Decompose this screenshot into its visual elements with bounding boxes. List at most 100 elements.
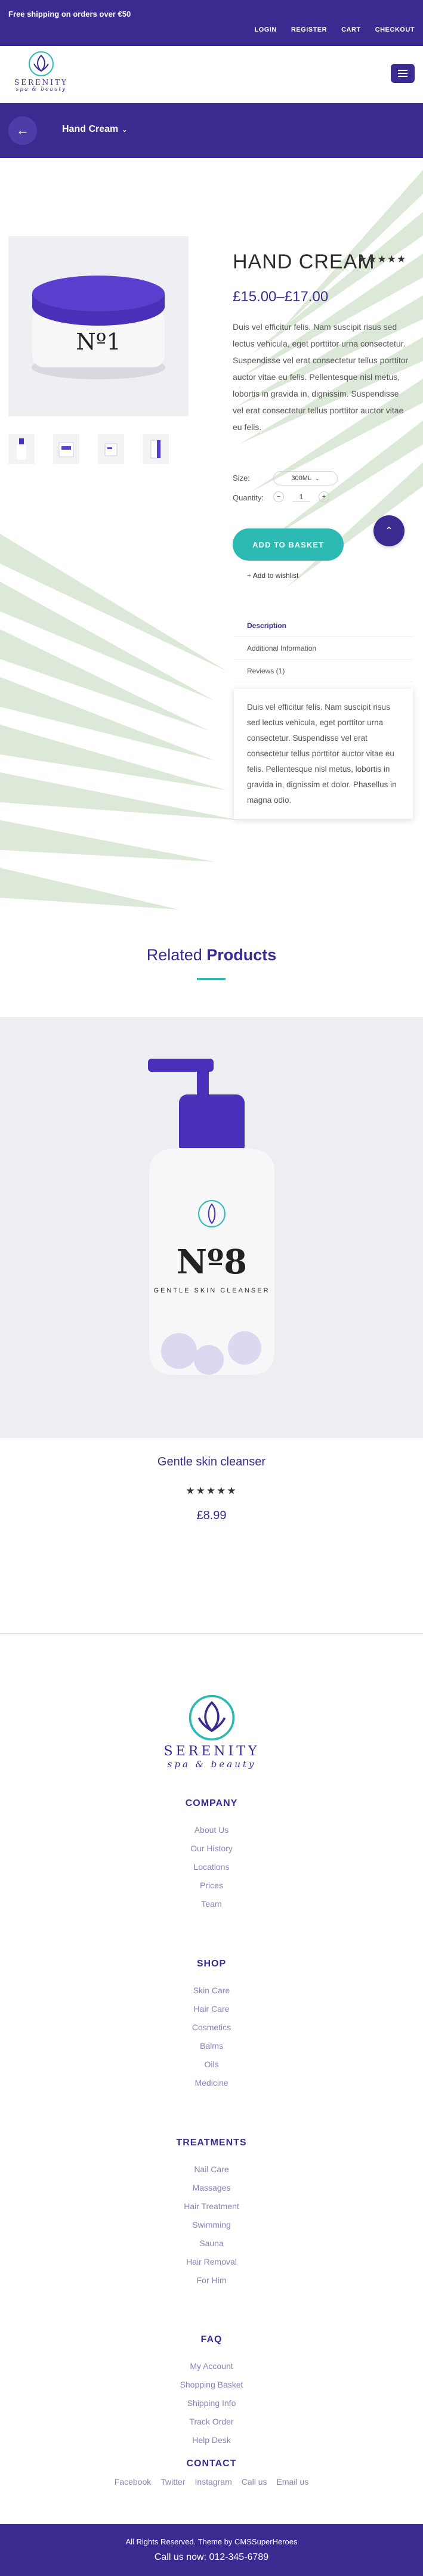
footer-link-team[interactable]: Team xyxy=(0,1895,423,1913)
footer-link-hair-removal[interactable]: Hair Removal xyxy=(0,2253,423,2271)
chevron-down-icon: ⌄ xyxy=(122,126,128,134)
box-thumb-icon xyxy=(58,442,74,457)
footer-link-my-account[interactable]: My Account xyxy=(0,2357,423,2376)
section-divider xyxy=(0,1633,423,1634)
related-title-bold: Products xyxy=(206,946,277,964)
site-header: SERENITY spa & beauty xyxy=(0,46,423,103)
footer-link-for-him[interactable]: For Him xyxy=(0,2271,423,2290)
copyright-text: All Rights Reserved. Theme by CMSSuperHe… xyxy=(125,2537,298,2546)
register-link[interactable]: REGISTER xyxy=(291,26,327,33)
size-select[interactable]: 300ML ⌄ xyxy=(273,471,338,485)
category-dropdown[interactable]: Hand Cream ⌄ xyxy=(62,124,127,135)
shipping-notice: Free shipping on orders over €50 xyxy=(8,10,131,18)
footer-shop-title: SHOP xyxy=(196,1959,227,1969)
quantity-label: Quantity: xyxy=(233,493,264,502)
category-bar: ← Hand Cream ⌄ xyxy=(0,103,423,158)
tab-reviews[interactable]: Reviews (1) xyxy=(234,660,413,682)
thumbnail-1[interactable] xyxy=(8,434,35,464)
wishlist-label: Add to wishlist xyxy=(252,571,299,580)
footer-link-about-us[interactable]: About Us xyxy=(0,1821,423,1839)
minus-icon[interactable]: − xyxy=(273,491,284,502)
product-thumbnails xyxy=(8,434,169,464)
login-link[interactable]: LOGIN xyxy=(255,26,277,33)
footer-link-swimming[interactable]: Swimming xyxy=(0,2216,423,2234)
footer-contact-links: Facebook Twitter Instagram Call us Email… xyxy=(0,2473,423,2491)
cart-link[interactable]: CART xyxy=(341,26,361,33)
add-to-basket-button[interactable]: ADD TO BASKET xyxy=(233,528,344,561)
tab-additional-information[interactable]: Additional Information xyxy=(234,637,413,660)
footer-brand-name: SERENITY xyxy=(163,1744,260,1759)
checkout-link[interactable]: CHECKOUT xyxy=(375,26,415,33)
site-logo[interactable]: SERENITY spa & beauty xyxy=(8,51,74,100)
footer-link-track-order[interactable]: Track Order xyxy=(0,2413,423,2431)
tab-panel-description: Duis vel efficitur felis. Nam suscipit r… xyxy=(234,689,413,819)
footer-link-help-desk[interactable]: Help Desk xyxy=(0,2431,423,2450)
product-tabs: Description Additional Information Revie… xyxy=(234,614,413,682)
menu-button[interactable] xyxy=(391,64,415,83)
footer-link-shipping-info[interactable]: Shipping Info xyxy=(0,2394,423,2413)
back-button[interactable]: ← xyxy=(8,116,37,145)
product-main-image[interactable]: Nº1 xyxy=(8,236,189,416)
footer-company: COMPANY About Us Our History Locations P… xyxy=(0,1798,423,1913)
product-price: £15.00–£17.00 xyxy=(233,289,329,305)
tube-thumb-icon xyxy=(104,443,118,456)
add-to-wishlist-link[interactable]: + Add to wishlist xyxy=(247,571,298,580)
related-product-price: £8.99 xyxy=(196,1509,227,1522)
brand-tagline: spa & beauty xyxy=(16,86,67,92)
footer-link-hair-treatment[interactable]: Hair Treatment xyxy=(0,2197,423,2216)
tab-description[interactable]: Description xyxy=(234,614,413,637)
footer-link-shopping-basket[interactable]: Shopping Basket xyxy=(0,2376,423,2394)
arrow-up-icon: ⌃ xyxy=(385,526,393,536)
footer-contact: CONTACT Facebook Twitter Instagram Call … xyxy=(0,2459,423,2491)
menu-icon xyxy=(398,73,407,74)
footer-link-cosmetics[interactable]: Cosmetics xyxy=(0,2018,423,2037)
scroll-to-top-button[interactable]: ⌃ xyxy=(373,515,405,546)
product-rating: ★★★★★ xyxy=(358,253,407,265)
footer-link-balms[interactable]: Balms xyxy=(0,2037,423,2055)
footer-contact-title: CONTACT xyxy=(186,2459,237,2469)
footer-link-call-us[interactable]: Call us xyxy=(242,2473,267,2491)
plus-icon: + xyxy=(247,571,253,580)
footer-link-skin-care[interactable]: Skin Care xyxy=(0,1981,423,2000)
footer-link-our-history[interactable]: Our History xyxy=(0,1839,423,1858)
brand-name: SERENITY xyxy=(14,78,68,86)
footer-link-facebook[interactable]: Facebook xyxy=(115,2473,151,2491)
bottle-label: Nº8 xyxy=(177,1242,247,1282)
tall-box-thumb-icon xyxy=(150,440,161,459)
top-bar: Free shipping on orders over €50 LOGIN R… xyxy=(0,0,423,46)
plus-icon[interactable]: + xyxy=(319,491,329,502)
footer-link-locations[interactable]: Locations xyxy=(0,1858,423,1876)
product-title: HAND CREAM xyxy=(233,251,375,273)
related-product-name[interactable]: Gentle skin cleanser xyxy=(0,1455,423,1469)
footer-link-oils[interactable]: Oils xyxy=(0,2055,423,2074)
thumbnail-2[interactable] xyxy=(53,434,79,464)
size-label: Size: xyxy=(233,474,250,483)
footer-company-title: COMPANY xyxy=(185,1798,238,1808)
related-product-image[interactable]: Nº8 GENTLE SKIN CLEANSER xyxy=(0,1017,423,1438)
size-value: 300ML xyxy=(291,475,312,482)
menu-icon xyxy=(398,76,407,77)
account-links: LOGIN REGISTER CART CHECKOUT xyxy=(255,26,415,33)
quantity-stepper: − 1 + xyxy=(273,491,329,502)
footer-link-email-us[interactable]: Email us xyxy=(277,2473,309,2491)
footer-logo[interactable]: SERENITY spa & beauty xyxy=(151,1694,273,1770)
chevron-down-icon: ⌄ xyxy=(315,475,320,481)
cleanser-bottle-image: Nº8 GENTLE SKIN CLEANSER xyxy=(148,1059,274,1375)
footer-link-nail-care[interactable]: Nail Care xyxy=(0,2160,423,2179)
related-title-light: Related xyxy=(146,946,202,964)
menu-icon xyxy=(398,70,407,71)
thumbnail-4[interactable] xyxy=(143,434,169,464)
footer-link-twitter[interactable]: Twitter xyxy=(160,2473,185,2491)
thumbnail-3[interactable] xyxy=(98,434,124,464)
product-description: Duis vel efficitur felis. Nam suscipit r… xyxy=(233,322,409,432)
footer-shop: SHOP Skin Care Hair Care Cosmetics Balms… xyxy=(0,1959,423,2092)
logo-lotus-icon xyxy=(189,1694,235,1741)
footer-link-medicine[interactable]: Medicine xyxy=(0,2074,423,2092)
footer-link-prices[interactable]: Prices xyxy=(0,1876,423,1895)
footer-link-sauna[interactable]: Sauna xyxy=(0,2234,423,2253)
footer-link-hair-care[interactable]: Hair Care xyxy=(0,2000,423,2018)
footer-link-massages[interactable]: Massages xyxy=(0,2179,423,2197)
footer-phone: Call us now: 012-345-6789 xyxy=(154,2552,269,2562)
footer-link-instagram[interactable]: Instagram xyxy=(194,2473,231,2491)
quantity-input[interactable]: 1 xyxy=(292,493,310,502)
